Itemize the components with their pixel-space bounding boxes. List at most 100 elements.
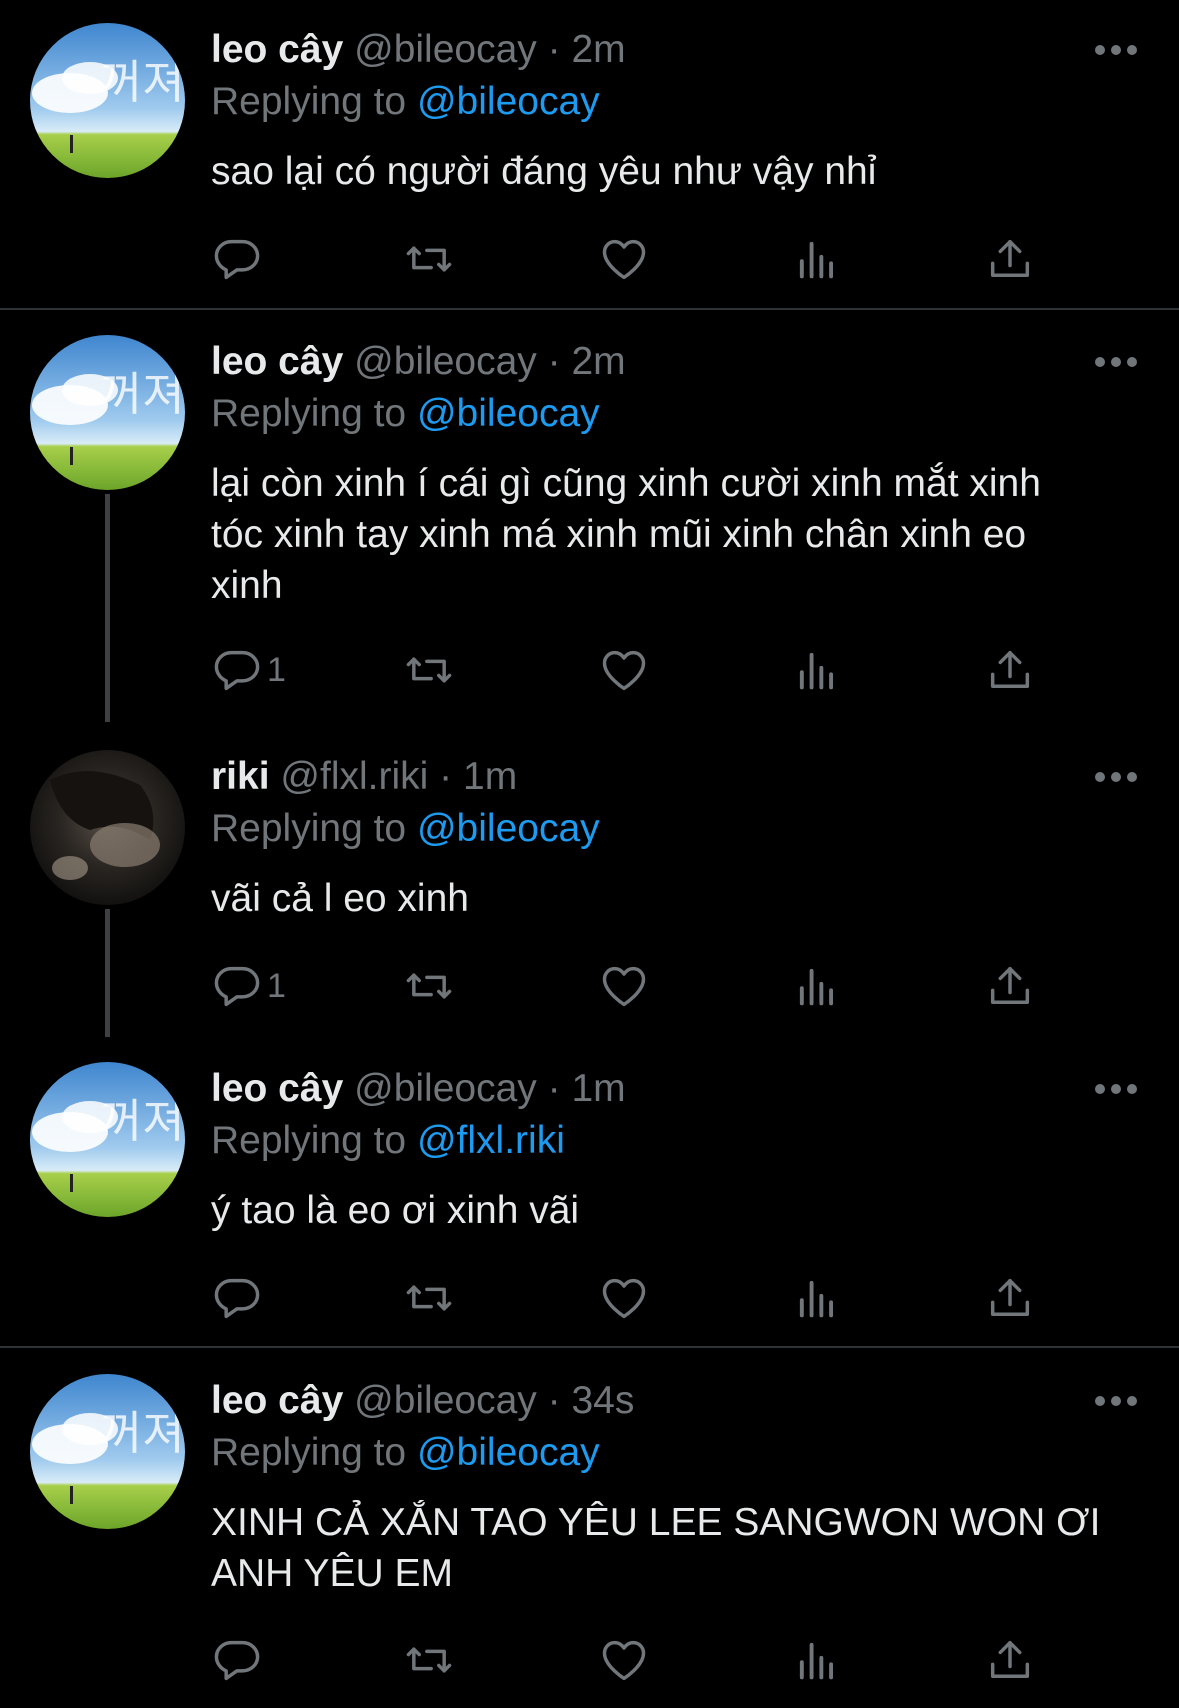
timestamp[interactable]: 1m xyxy=(463,755,517,798)
tweet-3[interactable]: riki @flxl.riki · 1m Replying to @bileoc… xyxy=(0,727,1179,1037)
share-button[interactable] xyxy=(984,1270,1036,1326)
views-bar-chart-icon xyxy=(799,1642,834,1680)
timestamp[interactable]: 1m xyxy=(571,1067,625,1110)
share-button[interactable] xyxy=(984,1632,1036,1688)
more-horizontal-icon[interactable] xyxy=(1094,43,1138,57)
retweet-icon xyxy=(406,246,452,272)
mention-link[interactable]: @bileocay xyxy=(417,807,600,850)
reply-bubble-icon xyxy=(214,1640,260,1681)
share-button[interactable] xyxy=(984,642,1036,698)
views-bar-chart-icon xyxy=(799,1280,834,1318)
svg-text:꺼져: 꺼져 xyxy=(100,367,185,421)
mention-link[interactable]: @bileocay xyxy=(417,1431,600,1474)
display-name[interactable]: leo cây xyxy=(211,1067,343,1110)
more-horizontal-icon[interactable] xyxy=(1094,1394,1138,1408)
tweet-2[interactable]: 꺼져 leo cây @bileocay · 2m Replying to @b… xyxy=(0,312,1179,722)
avatar[interactable] xyxy=(30,750,185,905)
reply-count: 1 xyxy=(267,650,286,689)
photo-avatar-icon xyxy=(30,750,185,905)
heart-icon xyxy=(602,1278,646,1319)
user-handle[interactable]: @bileocay xyxy=(354,340,537,383)
user-handle[interactable]: @bileocay xyxy=(354,1067,537,1110)
views-button[interactable] xyxy=(791,642,843,698)
tweet-header: leo cây @bileocay · 2m xyxy=(211,338,626,386)
mention-link[interactable]: @flxl.riki xyxy=(417,1119,565,1162)
share-button[interactable] xyxy=(984,958,1036,1014)
retweet-button[interactable] xyxy=(403,1632,455,1688)
sky-avatar-icon: 꺼져 xyxy=(30,23,185,178)
avatar[interactable]: 꺼져 xyxy=(30,1062,185,1217)
timestamp[interactable]: 2m xyxy=(571,340,625,383)
svg-text:꺼져: 꺼져 xyxy=(100,1094,185,1148)
reply-count: 1 xyxy=(267,966,286,1005)
avatar[interactable]: 꺼져 xyxy=(30,1374,185,1529)
more-horizontal-icon[interactable] xyxy=(1094,355,1138,369)
views-button[interactable] xyxy=(791,958,843,1014)
tweet-1[interactable]: 꺼져 leo cây @bileocay · 2m Replying to @b… xyxy=(0,0,1179,310)
tweet-5[interactable]: 꺼져 leo cây @bileocay · 34s Replying to @… xyxy=(0,1351,1179,1708)
heart-icon xyxy=(602,650,646,691)
replying-to-label: Replying to xyxy=(211,1119,407,1162)
more-horizontal-icon[interactable] xyxy=(1094,770,1138,784)
tweet-header: leo cây @bileocay · 2m xyxy=(211,26,626,74)
mention-link[interactable]: @bileocay xyxy=(417,80,600,123)
retweet-button[interactable] xyxy=(403,231,455,287)
user-handle[interactable]: @flxl.riki xyxy=(280,755,428,798)
separator-dot: · xyxy=(547,28,561,71)
replying-to-label: Replying to xyxy=(211,1431,407,1474)
replying-to: Replying to @bileocay xyxy=(211,1429,600,1477)
like-button[interactable] xyxy=(598,1270,650,1326)
svg-text:꺼져: 꺼져 xyxy=(100,1406,185,1460)
like-button[interactable] xyxy=(598,231,650,287)
sky-avatar-icon: 꺼져 xyxy=(30,1374,185,1529)
sky-avatar-icon: 꺼져 xyxy=(30,335,185,490)
more-horizontal-icon[interactable] xyxy=(1094,1082,1138,1096)
reply-button[interactable]: 1 xyxy=(211,958,286,1014)
views-button[interactable] xyxy=(791,1632,843,1688)
tweet-text: lại còn xinh í cái gì cũng xinh cười xin… xyxy=(211,462,1041,607)
like-button[interactable] xyxy=(598,958,650,1014)
tweet-text: sao lại có người đáng yêu như vậy nhỉ xyxy=(211,150,877,193)
display-name[interactable]: leo cây xyxy=(211,28,343,71)
reply-button[interactable]: 1 xyxy=(211,642,286,698)
svg-text:꺼져: 꺼져 xyxy=(100,55,185,109)
replying-to-label: Replying to xyxy=(211,807,407,850)
reply-bubble-icon xyxy=(214,1278,260,1319)
reply-button[interactable] xyxy=(211,1270,267,1326)
replying-to: Replying to @bileocay xyxy=(211,78,600,126)
display-name[interactable]: riki xyxy=(211,755,270,798)
like-button[interactable] xyxy=(598,1632,650,1688)
retweet-icon xyxy=(406,1285,452,1311)
reply-button[interactable] xyxy=(211,1632,267,1688)
timestamp[interactable]: 2m xyxy=(571,28,625,71)
mention-link[interactable]: @bileocay xyxy=(417,392,600,435)
share-upload-icon xyxy=(990,1640,1030,1678)
timestamp[interactable]: 34s xyxy=(571,1379,634,1422)
retweet-button[interactable] xyxy=(403,1270,455,1326)
action-bar xyxy=(211,1270,1091,1326)
display-name[interactable]: leo cây xyxy=(211,1379,343,1422)
display-name[interactable]: leo cây xyxy=(211,340,343,383)
like-button[interactable] xyxy=(598,642,650,698)
replying-to: Replying to @flxl.riki xyxy=(211,1117,565,1165)
views-button[interactable] xyxy=(791,1270,843,1326)
user-handle[interactable]: @bileocay xyxy=(354,28,537,71)
share-button[interactable] xyxy=(984,231,1036,287)
replying-to-label: Replying to xyxy=(211,392,407,435)
tweet-4[interactable]: 꺼져 leo cây @bileocay · 1m Replying to @f… xyxy=(0,1039,1179,1349)
replying-to-label: Replying to xyxy=(211,80,407,123)
heart-icon xyxy=(602,966,646,1007)
retweet-icon xyxy=(406,657,452,683)
views-button[interactable] xyxy=(791,231,843,287)
retweet-button[interactable] xyxy=(403,642,455,698)
user-handle[interactable]: @bileocay xyxy=(354,1379,537,1422)
separator-dot: · xyxy=(547,1379,561,1422)
heart-icon xyxy=(602,239,646,280)
divider xyxy=(0,308,1179,310)
avatar[interactable]: 꺼져 xyxy=(30,335,185,490)
avatar[interactable]: 꺼져 xyxy=(30,23,185,178)
reply-button[interactable] xyxy=(211,231,267,287)
retweet-button[interactable] xyxy=(403,958,455,1014)
replying-to: Replying to @bileocay xyxy=(211,805,600,853)
separator-dot: · xyxy=(547,340,561,383)
